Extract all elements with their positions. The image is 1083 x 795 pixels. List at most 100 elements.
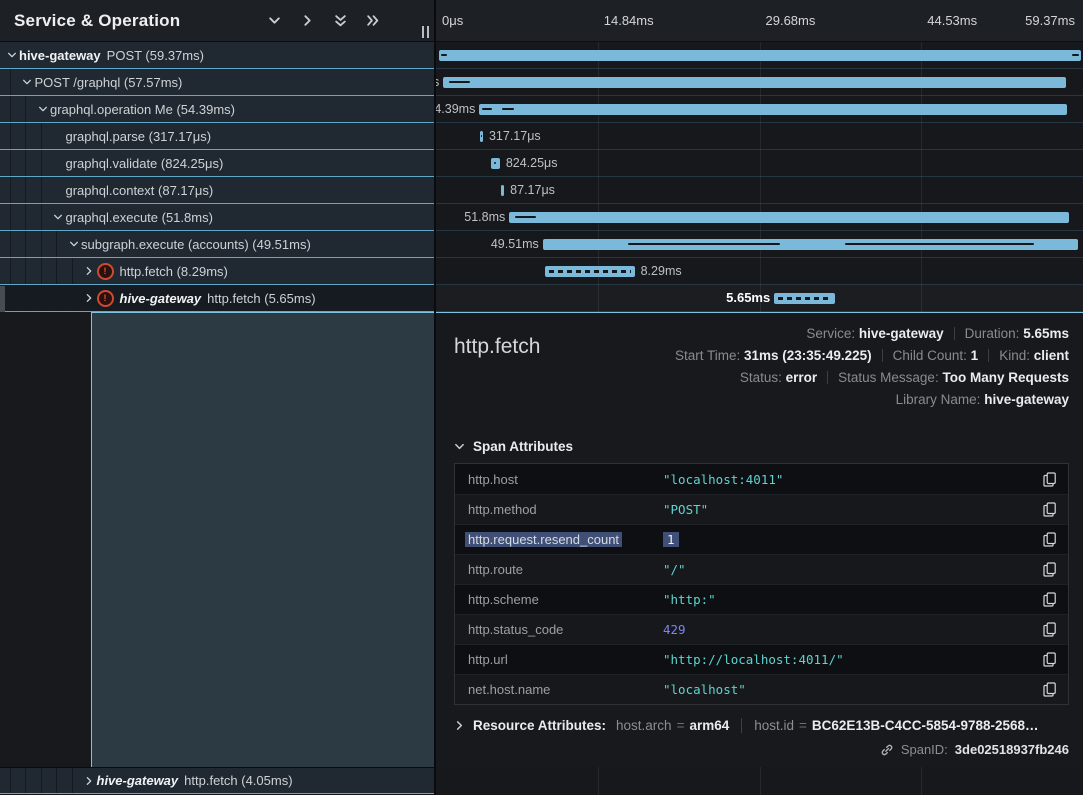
copy-icon — [1043, 652, 1056, 667]
indent-guide — [72, 258, 73, 284]
detail-status-value: error — [786, 370, 818, 385]
timeline-header: 0μs 14.84ms 29.68ms 44.53ms 59.37ms — [436, 0, 1083, 42]
span-duration-bar[interactable] — [443, 77, 1066, 88]
attribute-key[interactable]: http.host — [465, 472, 521, 487]
span-row-POST[interactable]: hive-gatewayPOST (59.37ms) — [0, 42, 434, 69]
tree-header: Service & Operation — [0, 0, 434, 42]
attribute-value[interactable]: "/" — [663, 562, 686, 577]
copy-icon — [1043, 622, 1056, 637]
span-operation-label: http.fetch (5.65ms) — [207, 291, 315, 306]
error-icon: ! — [97, 263, 114, 280]
self-time-dash — [1072, 54, 1079, 56]
row-toggle[interactable] — [4, 48, 19, 62]
span-row-subgraph.execute-accounts-[interactable]: subgraph.execute (accounts) (49.51ms) — [0, 231, 434, 258]
span-attributes-toggle[interactable]: Span Attributes — [454, 439, 1069, 454]
panel-resize-handle[interactable] — [422, 26, 429, 38]
tree-scrollbar-thumb[interactable] — [0, 286, 5, 312]
chevron-down-icon — [69, 239, 79, 249]
attribute-key[interactable]: http.scheme — [465, 592, 542, 607]
span-row-graphql.operation-Me[interactable]: graphql.operation Me (54.39ms) — [0, 96, 434, 123]
row-toggle[interactable] — [82, 291, 97, 305]
attribute-value[interactable]: 1 — [663, 532, 679, 547]
span-service-name: hive-gateway — [97, 773, 179, 788]
attribute-value[interactable]: "http://localhost:4011/" — [663, 652, 844, 667]
activity-dashes — [778, 297, 831, 300]
copy-attribute-button[interactable] — [1030, 682, 1068, 697]
bar-duration-label: 54.39ms — [436, 96, 475, 122]
attribute-value[interactable]: "http:" — [663, 592, 716, 607]
copy-attribute-button[interactable] — [1030, 622, 1068, 637]
detail-meta-line3: Status: errorStatus Message: Too Many Re… — [675, 367, 1069, 389]
row-toggle[interactable] — [35, 102, 50, 116]
collapse-one-icon[interactable] — [267, 14, 281, 28]
tree-header-controls — [267, 14, 380, 28]
indent-guide — [10, 285, 11, 311]
attribute-row-http.scheme: http.scheme "http:" — [455, 584, 1068, 614]
span-duration-bar[interactable] — [509, 212, 1069, 223]
copy-attribute-button[interactable] — [1030, 652, 1068, 667]
span-row-graphql.parse[interactable]: graphql.parse (317.17μs) — [0, 123, 434, 150]
copy-attribute-button[interactable] — [1030, 532, 1068, 547]
copy-attribute-button[interactable] — [1030, 562, 1068, 577]
span-service-name: hive-gateway — [120, 291, 202, 306]
error-icon: ! — [97, 290, 114, 307]
expand-all-icon[interactable] — [366, 14, 380, 28]
attribute-key[interactable]: http.route — [465, 562, 526, 577]
span-duration-bar[interactable] — [479, 104, 1067, 115]
self-time-dash — [502, 108, 514, 110]
attribute-row-http.status_code: http.status_code 429 — [455, 614, 1068, 644]
row-toggle[interactable] — [20, 75, 35, 89]
attribute-key[interactable]: http.url — [465, 652, 511, 667]
chevron-down-icon — [53, 212, 63, 222]
span-row-http.fetch[interactable]: ! hive-gateway http.fetch (5.65ms) — [0, 285, 434, 312]
attribute-value[interactable]: 429 — [663, 622, 686, 637]
attribute-value[interactable]: "localhost:4011" — [663, 472, 783, 487]
indent-guide — [56, 231, 57, 257]
span-duration-bar[interactable] — [439, 50, 1081, 61]
attribute-key[interactable]: http.status_code — [465, 622, 566, 637]
row-toggle[interactable] — [82, 774, 97, 788]
copy-attribute-button[interactable] — [1030, 502, 1068, 517]
span-operation-label: graphql.parse (317.17μs) — [66, 129, 212, 144]
span-detail-panel: http.fetch Service: hive-gatewayDuration… — [436, 312, 1083, 767]
row-toggle[interactable] — [82, 264, 97, 278]
row-toggle[interactable] — [66, 237, 81, 251]
span-row-http.fetch[interactable]: !http.fetch (8.29ms) — [0, 258, 434, 285]
timeline-tick: 59.37ms — [1025, 13, 1075, 28]
self-time-dash — [845, 243, 1034, 245]
attribute-key[interactable]: http.request.resend_count — [465, 532, 622, 547]
chevron-right-icon — [84, 776, 94, 786]
timeline-tick: 0μs — [442, 13, 463, 28]
indent-guide — [72, 285, 73, 311]
span-row-POST-graphql[interactable]: POST /graphql (57.57ms) — [0, 69, 434, 96]
indent-guide — [41, 768, 42, 793]
span-row-graphql.context[interactable]: graphql.context (87.17μs) — [0, 177, 434, 204]
resource-attributes-row[interactable]: Resource Attributes: host.arch = arm64 h… — [454, 718, 1069, 733]
span-attributes-header: Span Attributes — [473, 439, 573, 454]
attribute-value[interactable]: "POST" — [663, 502, 708, 517]
span-row-graphql.validate[interactable]: graphql.validate (824.25μs) — [0, 150, 434, 177]
indent-guide — [56, 285, 57, 311]
collapse-all-icon[interactable] — [333, 14, 347, 28]
indent-guide — [41, 204, 42, 230]
expand-one-icon[interactable] — [300, 14, 314, 28]
span-operation-label: POST (59.37ms) — [107, 48, 204, 63]
copy-attribute-button[interactable] — [1030, 592, 1068, 607]
detail-kind-value: client — [1034, 348, 1069, 363]
timeline-row: 49.51ms — [436, 231, 1083, 258]
attribute-value[interactable]: "localhost" — [663, 682, 746, 697]
span-duration-bar[interactable] — [501, 185, 504, 196]
span-row-graphql.execute[interactable]: graphql.execute (51.8ms) — [0, 204, 434, 231]
attribute-key[interactable]: net.host.name — [465, 682, 553, 697]
span-row-http.fetch[interactable]: hive-gatewayhttp.fetch (4.05ms) — [0, 767, 434, 794]
copy-attribute-button[interactable] — [1030, 472, 1068, 487]
bar-duration-label: 317.17μs — [489, 123, 541, 149]
span-id-row: SpanID: 3de02518937fb246 — [454, 742, 1069, 757]
span-operation-label: subgraph.execute (accounts) (49.51ms) — [81, 237, 311, 252]
row-toggle[interactable] — [51, 210, 66, 224]
chevron-down-icon — [7, 50, 17, 60]
span-operation-label: graphql.execute (51.8ms) — [66, 210, 213, 225]
indent-guide — [25, 258, 26, 284]
attribute-key[interactable]: http.method — [465, 502, 540, 517]
timeline-row: 51.8ms — [436, 204, 1083, 231]
